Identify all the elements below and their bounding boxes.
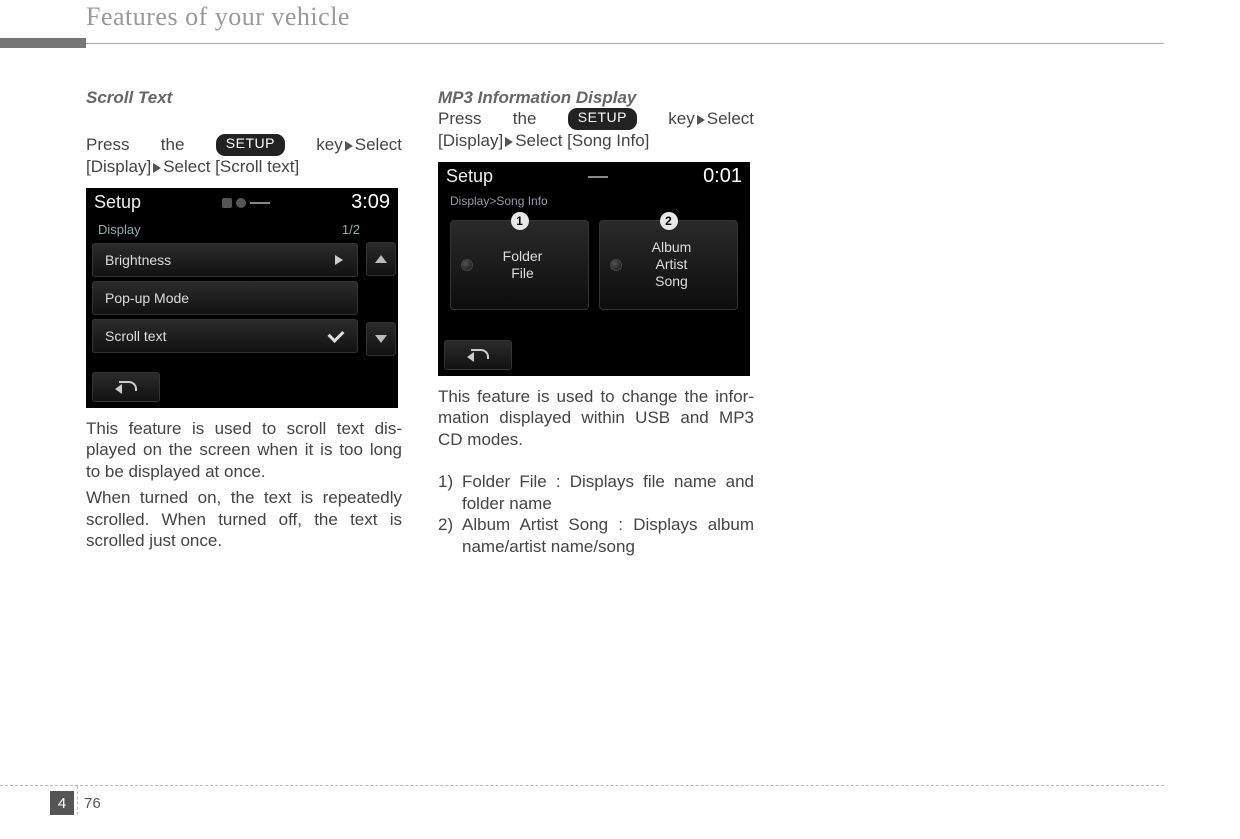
badge-2: 2 [660, 212, 678, 230]
triangle-icon [153, 163, 161, 173]
option-album-artist-song[interactable]: 2 Album Artist Song [599, 220, 738, 310]
disc-icon [236, 198, 246, 208]
heading-mp3-info: MP3 Information Display [438, 88, 754, 108]
instruction-line: [Display]Select [Song Info] [438, 130, 754, 152]
screen-title: Setup [94, 192, 141, 213]
screen-subtitle: Display [98, 222, 141, 237]
paragraph: This feature is used to scroll text dis­… [86, 418, 402, 483]
usb-icon [588, 173, 608, 181]
page-number: 76 [84, 795, 101, 812]
back-button[interactable] [444, 340, 512, 370]
chevron-right-icon [335, 255, 343, 265]
triangle-icon [697, 115, 705, 125]
badge-1: 1 [511, 212, 529, 230]
numbered-list: 1) Folder File : Displays file name and … [438, 471, 754, 558]
triangle-icon [505, 137, 513, 147]
scroll-down-button[interactable] [366, 322, 396, 356]
clock: 3:09 [351, 191, 390, 214]
triangle-icon [345, 141, 353, 151]
chapter-number: 4 [50, 791, 74, 815]
menu-item-brightness[interactable]: Brightness [92, 243, 358, 277]
page-header-title: Features of your vehicle [0, 0, 1240, 32]
screen-page: 1/2 [342, 222, 360, 237]
clock: 0:01 [703, 165, 742, 188]
instruction-line: Press the SETUP keySelect [438, 108, 754, 130]
paragraph: When turned on, the text is repeatedly s… [86, 487, 402, 552]
setup-key-pill: SETUP [216, 134, 285, 156]
back-icon [115, 381, 137, 393]
page-footer: 4 76 [0, 785, 1164, 815]
check-icon [328, 326, 345, 343]
heading-scroll-text: Scroll Text [86, 88, 402, 108]
list-item: 2) Album Artist Song : Displays album na… [438, 514, 754, 558]
option-folder-file[interactable]: 1 Folder File [450, 220, 589, 310]
paragraph: This feature is used to change the infor… [438, 386, 754, 451]
radio-icon [461, 259, 473, 271]
column-mp3-info: MP3 Information Display Press the SETUP … [438, 38, 754, 558]
instruction-line: Press the SETUP keySelect [86, 134, 402, 156]
scroll-up-button[interactable] [366, 242, 396, 276]
back-icon [467, 349, 489, 361]
setup-key-pill: SETUP [568, 108, 637, 130]
usb-icon [250, 199, 270, 207]
screen-title: Setup [446, 166, 493, 187]
bluetooth-icon [222, 198, 232, 208]
instruction-line: [Display]Select [Scroll text] [86, 156, 402, 178]
menu-item-popup[interactable]: Pop-up Mode [92, 281, 358, 315]
breadcrumb: Display>Song Info [438, 192, 750, 212]
menu-item-scroll-text[interactable]: Scroll text [92, 319, 358, 353]
screenshot-song-info: Setup 0:01 Display>Song Info 1 Folder Fi… [438, 162, 750, 376]
list-item: 1) Folder File : Displays file name and … [438, 471, 754, 515]
radio-icon [610, 259, 622, 271]
column-scroll-text: Scroll Text Press the SETUP keySelect [D… [86, 38, 402, 558]
screenshot-display-menu: Setup 3:09 Display 1/2 Brightness [86, 188, 398, 408]
back-button[interactable] [92, 372, 160, 402]
